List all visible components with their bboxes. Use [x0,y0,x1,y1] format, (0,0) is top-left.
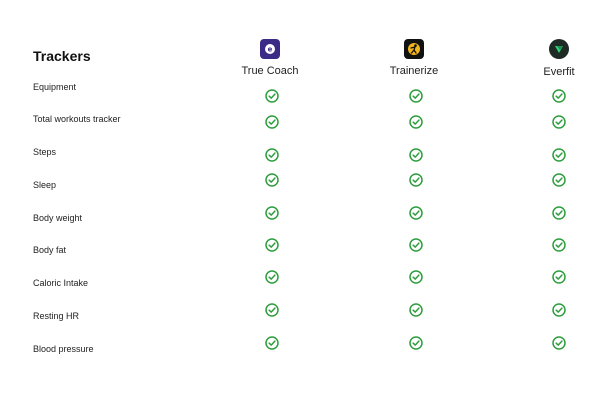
app-header-trainerize: Trainerize [369,39,459,77]
app-name-true-coach: True Coach [241,65,299,77]
table-title: Trackers [33,48,91,64]
row-label-total-workouts-tracker: Total workouts tracker [33,114,121,124]
everfit-logo-icon [549,39,569,59]
row-label-steps: Steps [33,147,57,157]
row-label-blood-pressure: Blood pressure [33,344,94,354]
row-label-sleep: Sleep [33,180,57,190]
check-icon [552,206,566,220]
check-icon [265,336,279,350]
check-icon [409,270,423,284]
row-label-equipment: Equipment [33,82,77,92]
check-icon [265,89,279,103]
row-label-caloric-intake: Caloric Intake [33,278,89,288]
check-icon [552,115,566,129]
check-icon [552,173,566,187]
check-icon [409,148,423,162]
app-name-everfit: Everfit [543,66,575,78]
check-icon [409,173,423,187]
check-icon [265,148,279,162]
check-icon [409,206,423,220]
true-coach-logo-icon: e [260,39,280,59]
row-label-body-weight: Body weight [33,213,83,223]
check-icon [552,303,566,317]
trainerize-logo-icon [404,39,424,59]
svg-text:e: e [268,46,273,54]
app-header-everfit: Everfit [514,39,600,78]
check-icon [552,148,566,162]
check-icon [265,303,279,317]
check-icon [552,238,566,252]
check-icon [265,270,279,284]
check-icon [552,336,566,350]
check-icon [552,270,566,284]
check-icon [265,173,279,187]
check-icon [409,89,423,103]
row-label-body-fat: Body fat [33,245,67,255]
check-icon [409,238,423,252]
check-icon [409,115,423,129]
check-icon [409,303,423,317]
check-icon [265,206,279,220]
check-icon [552,89,566,103]
check-icon [409,336,423,350]
check-icon [265,238,279,252]
app-name-trainerize: Trainerize [389,65,439,77]
row-label-resting-hr: Resting HR [33,311,80,321]
app-header-true-coach: e True Coach [225,39,315,77]
check-icon [265,115,279,129]
